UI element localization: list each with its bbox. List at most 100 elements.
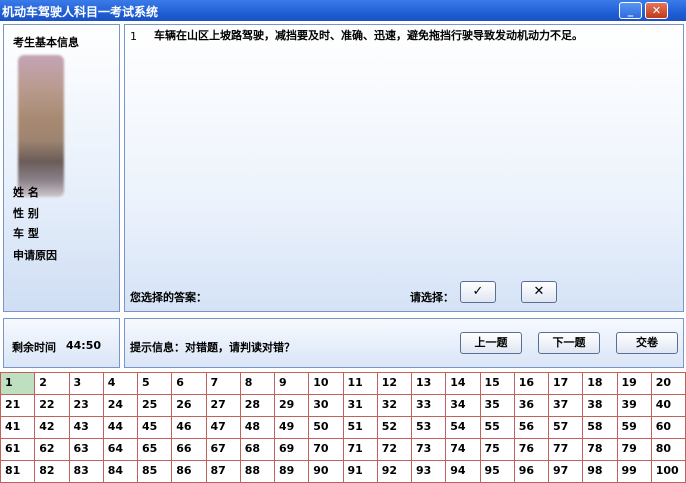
question-cell-51[interactable]: 51 bbox=[343, 417, 378, 439]
question-cell-72[interactable]: 72 bbox=[377, 439, 412, 461]
question-cell-87[interactable]: 87 bbox=[206, 461, 241, 483]
question-cell-9[interactable]: 9 bbox=[275, 373, 310, 395]
question-cell-90[interactable]: 90 bbox=[309, 461, 344, 483]
question-cell-60[interactable]: 60 bbox=[651, 417, 686, 439]
question-cell-95[interactable]: 95 bbox=[480, 461, 515, 483]
question-cell-33[interactable]: 33 bbox=[412, 395, 447, 417]
question-cell-5[interactable]: 5 bbox=[138, 373, 173, 395]
question-cell-39[interactable]: 39 bbox=[617, 395, 652, 417]
question-cell-75[interactable]: 75 bbox=[480, 439, 515, 461]
question-cell-67[interactable]: 67 bbox=[206, 439, 241, 461]
question-cell-25[interactable]: 25 bbox=[138, 395, 173, 417]
question-cell-14[interactable]: 14 bbox=[446, 373, 481, 395]
question-cell-29[interactable]: 29 bbox=[275, 395, 310, 417]
question-cell-3[interactable]: 3 bbox=[69, 373, 104, 395]
question-cell-59[interactable]: 59 bbox=[617, 417, 652, 439]
question-cell-28[interactable]: 28 bbox=[240, 395, 275, 417]
submit-exam-button[interactable]: 交卷 bbox=[616, 332, 678, 354]
question-cell-69[interactable]: 69 bbox=[275, 439, 310, 461]
question-cell-24[interactable]: 24 bbox=[103, 395, 138, 417]
question-cell-100[interactable]: 100 bbox=[651, 461, 686, 483]
question-cell-97[interactable]: 97 bbox=[549, 461, 584, 483]
question-cell-10[interactable]: 10 bbox=[309, 373, 344, 395]
question-cell-91[interactable]: 91 bbox=[343, 461, 378, 483]
question-cell-26[interactable]: 26 bbox=[172, 395, 207, 417]
question-cell-36[interactable]: 36 bbox=[514, 395, 549, 417]
question-cell-17[interactable]: 17 bbox=[549, 373, 584, 395]
question-cell-21[interactable]: 21 bbox=[1, 395, 36, 417]
question-cell-40[interactable]: 40 bbox=[651, 395, 686, 417]
question-cell-7[interactable]: 7 bbox=[206, 373, 241, 395]
question-cell-57[interactable]: 57 bbox=[549, 417, 584, 439]
question-cell-81[interactable]: 81 bbox=[1, 461, 36, 483]
question-cell-84[interactable]: 84 bbox=[103, 461, 138, 483]
question-cell-38[interactable]: 38 bbox=[583, 395, 618, 417]
question-cell-19[interactable]: 19 bbox=[617, 373, 652, 395]
true-button[interactable]: ✓ bbox=[460, 281, 496, 303]
question-cell-12[interactable]: 12 bbox=[377, 373, 412, 395]
question-cell-4[interactable]: 4 bbox=[103, 373, 138, 395]
question-cell-20[interactable]: 20 bbox=[651, 373, 686, 395]
question-cell-99[interactable]: 99 bbox=[617, 461, 652, 483]
question-cell-52[interactable]: 52 bbox=[377, 417, 412, 439]
next-question-button[interactable]: 下一题 bbox=[538, 332, 600, 354]
question-cell-64[interactable]: 64 bbox=[103, 439, 138, 461]
question-cell-93[interactable]: 93 bbox=[412, 461, 447, 483]
question-cell-79[interactable]: 79 bbox=[617, 439, 652, 461]
question-cell-43[interactable]: 43 bbox=[69, 417, 104, 439]
question-cell-98[interactable]: 98 bbox=[583, 461, 618, 483]
question-cell-49[interactable]: 49 bbox=[275, 417, 310, 439]
question-cell-65[interactable]: 65 bbox=[138, 439, 173, 461]
question-cell-35[interactable]: 35 bbox=[480, 395, 515, 417]
question-cell-56[interactable]: 56 bbox=[514, 417, 549, 439]
question-cell-50[interactable]: 50 bbox=[309, 417, 344, 439]
question-cell-11[interactable]: 11 bbox=[343, 373, 378, 395]
question-cell-15[interactable]: 15 bbox=[480, 373, 515, 395]
question-cell-2[interactable]: 2 bbox=[35, 373, 70, 395]
question-cell-47[interactable]: 47 bbox=[206, 417, 241, 439]
question-cell-42[interactable]: 42 bbox=[35, 417, 70, 439]
question-cell-94[interactable]: 94 bbox=[446, 461, 481, 483]
question-cell-1[interactable]: 1 bbox=[1, 373, 36, 395]
question-cell-88[interactable]: 88 bbox=[240, 461, 275, 483]
question-cell-53[interactable]: 53 bbox=[412, 417, 447, 439]
question-cell-30[interactable]: 30 bbox=[309, 395, 344, 417]
question-cell-27[interactable]: 27 bbox=[206, 395, 241, 417]
question-cell-77[interactable]: 77 bbox=[549, 439, 584, 461]
previous-question-button[interactable]: 上一题 bbox=[460, 332, 522, 354]
close-button[interactable]: ✕ bbox=[645, 2, 668, 19]
question-cell-6[interactable]: 6 bbox=[172, 373, 207, 395]
question-cell-68[interactable]: 68 bbox=[240, 439, 275, 461]
question-cell-41[interactable]: 41 bbox=[1, 417, 36, 439]
question-cell-70[interactable]: 70 bbox=[309, 439, 344, 461]
question-cell-13[interactable]: 13 bbox=[412, 373, 447, 395]
question-cell-46[interactable]: 46 bbox=[172, 417, 207, 439]
question-cell-62[interactable]: 62 bbox=[35, 439, 70, 461]
question-cell-22[interactable]: 22 bbox=[35, 395, 70, 417]
question-cell-61[interactable]: 61 bbox=[1, 439, 36, 461]
question-cell-63[interactable]: 63 bbox=[69, 439, 104, 461]
question-cell-16[interactable]: 16 bbox=[514, 373, 549, 395]
question-cell-31[interactable]: 31 bbox=[343, 395, 378, 417]
question-cell-34[interactable]: 34 bbox=[446, 395, 481, 417]
question-cell-78[interactable]: 78 bbox=[583, 439, 618, 461]
question-cell-37[interactable]: 37 bbox=[549, 395, 584, 417]
minimize-button[interactable]: _ bbox=[619, 2, 642, 19]
question-cell-18[interactable]: 18 bbox=[583, 373, 618, 395]
question-cell-44[interactable]: 44 bbox=[103, 417, 138, 439]
question-cell-92[interactable]: 92 bbox=[377, 461, 412, 483]
question-cell-74[interactable]: 74 bbox=[446, 439, 481, 461]
question-cell-89[interactable]: 89 bbox=[275, 461, 310, 483]
question-cell-73[interactable]: 73 bbox=[412, 439, 447, 461]
question-cell-82[interactable]: 82 bbox=[35, 461, 70, 483]
question-cell-66[interactable]: 66 bbox=[172, 439, 207, 461]
question-cell-32[interactable]: 32 bbox=[377, 395, 412, 417]
false-button[interactable]: ✕ bbox=[521, 281, 557, 303]
question-cell-76[interactable]: 76 bbox=[514, 439, 549, 461]
question-cell-96[interactable]: 96 bbox=[514, 461, 549, 483]
question-cell-23[interactable]: 23 bbox=[69, 395, 104, 417]
question-cell-8[interactable]: 8 bbox=[240, 373, 275, 395]
question-cell-45[interactable]: 45 bbox=[138, 417, 173, 439]
question-cell-83[interactable]: 83 bbox=[69, 461, 104, 483]
question-cell-48[interactable]: 48 bbox=[240, 417, 275, 439]
